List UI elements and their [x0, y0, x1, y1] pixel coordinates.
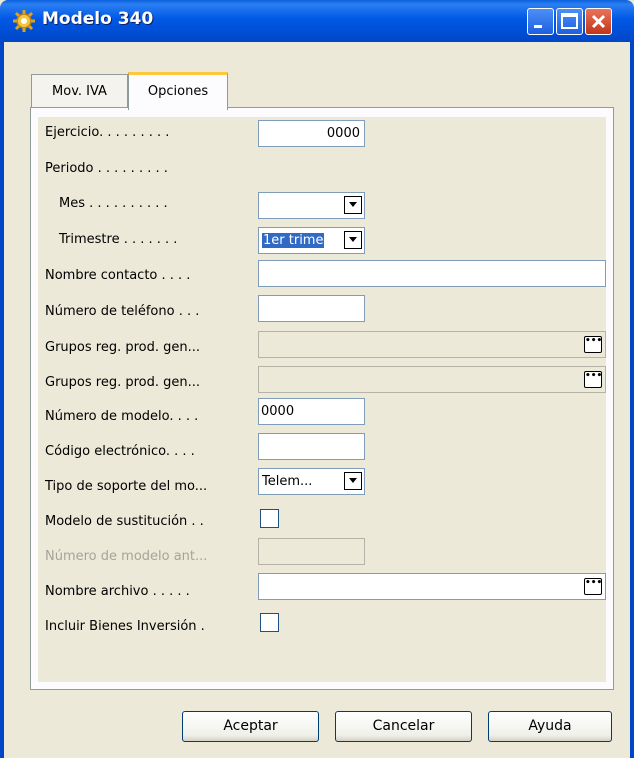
grupos-reg-prod-field-1[interactable]: •••: [258, 331, 606, 358]
numero-modelo-ant-label: Número de modelo ant...: [45, 549, 208, 564]
gear-icon: [13, 10, 35, 32]
ellipsis-icon[interactable]: •••: [584, 578, 602, 595]
cancel-button[interactable]: Cancelar: [335, 711, 472, 742]
periodo-label: Periodo . . . . . . . . .: [45, 161, 168, 176]
minimize-button[interactable]: [527, 8, 554, 35]
trimestre-label: Trimestre . . . . . . .: [59, 232, 178, 247]
nombre-archivo-field[interactable]: •••: [258, 573, 606, 600]
numero-modelo-label: Número de modelo. . . .: [45, 409, 199, 424]
codigo-electronico-label: Código electrónico. . . .: [45, 444, 195, 459]
dropdown-arrow-icon[interactable]: [344, 472, 362, 490]
maximize-button[interactable]: [556, 8, 583, 35]
close-button[interactable]: [585, 8, 612, 35]
window-title: Modelo 340: [42, 9, 154, 29]
telefono-label: Número de teléfono . . .: [45, 304, 200, 319]
dialog-window: Modelo 340 Mov. IVA Opciones Ejercicio. …: [0, 0, 634, 758]
tab-mov-iva[interactable]: Mov. IVA: [31, 74, 128, 108]
trimestre-value: 1er trime: [262, 233, 325, 248]
tipo-soporte-value: Telem...: [262, 474, 313, 489]
trimestre-select[interactable]: 1er trime: [258, 227, 365, 254]
accept-button[interactable]: Aceptar: [182, 711, 319, 742]
numero-modelo-field[interactable]: 0000: [258, 398, 365, 425]
maximize-icon: [561, 13, 578, 29]
grupos-reg-prod-label-1: Grupos reg. prod. gen...: [45, 340, 201, 355]
nombre-contacto-field[interactable]: [258, 260, 606, 287]
grupos-reg-prod-field-2[interactable]: •••: [258, 366, 606, 393]
telefono-field[interactable]: [258, 295, 365, 322]
ellipsis-icon[interactable]: •••: [584, 336, 602, 353]
tipo-soporte-label: Tipo de soporte del mo...: [45, 479, 208, 494]
mes-label: Mes . . . . . . . . . .: [59, 196, 168, 211]
tab-opciones[interactable]: Opciones: [128, 72, 228, 110]
ejercicio-label: Ejercicio. . . . . . . . .: [45, 125, 170, 140]
ejercicio-field[interactable]: 0000: [258, 120, 365, 147]
modelo-sustitucion-checkbox[interactable]: [260, 509, 279, 528]
title-bar[interactable]: Modelo 340: [0, 0, 634, 42]
tipo-soporte-select[interactable]: Telem...: [258, 468, 365, 495]
dropdown-arrow-icon[interactable]: [344, 196, 362, 214]
incluir-bienes-checkbox[interactable]: [260, 613, 279, 632]
window-frame-right: [630, 42, 634, 758]
mes-select[interactable]: [258, 192, 365, 219]
codigo-electronico-field[interactable]: [258, 433, 365, 460]
nombre-archivo-label: Nombre archivo . . . . .: [45, 584, 190, 599]
grupos-reg-prod-label-2: Grupos reg. prod. gen...: [45, 375, 201, 390]
ellipsis-icon[interactable]: •••: [584, 371, 602, 388]
minimize-icon: [534, 25, 542, 28]
help-button[interactable]: Ayuda: [488, 711, 612, 742]
window-frame-left: [0, 42, 4, 758]
tab-label: Opciones: [147, 84, 209, 99]
close-icon: [591, 14, 606, 29]
incluir-bienes-label: Incluir Bienes Inversión .: [45, 619, 205, 634]
dropdown-arrow-icon[interactable]: [344, 231, 362, 249]
modelo-sustitucion-label: Modelo de sustitución . .: [45, 514, 204, 529]
tab-label: Mov. IVA: [52, 84, 107, 99]
nombre-contacto-label: Nombre contacto . . . .: [45, 268, 191, 283]
numero-modelo-ant-field: [258, 538, 365, 565]
